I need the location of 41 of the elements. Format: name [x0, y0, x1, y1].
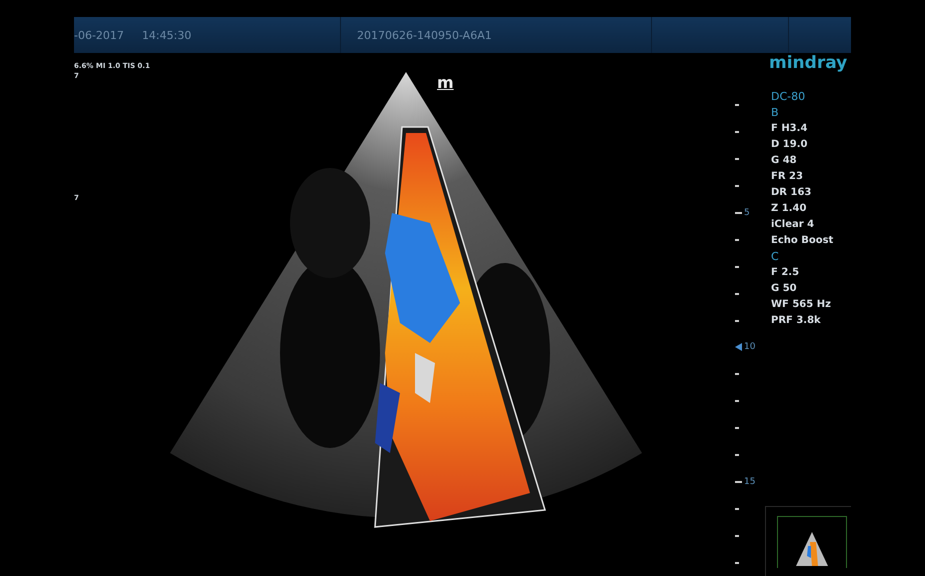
exam-date: -06-2017	[74, 28, 124, 42]
parameter-text: Z 1.40	[771, 202, 808, 216]
depth-tick-icon	[735, 400, 739, 402]
depth-tick-icon	[735, 266, 739, 268]
logo-text: mindray	[768, 53, 848, 73]
depth-tick-icon	[735, 104, 739, 106]
depth-tick-icon	[735, 292, 739, 295]
depth-label: 15	[744, 476, 756, 487]
orientation-marker: m	[437, 75, 454, 91]
depth-tick-icon	[735, 238, 739, 241]
parameter-text: F H3.4	[771, 122, 808, 136]
depth-tick-icon	[735, 158, 739, 160]
depth-tick-icon	[735, 131, 739, 134]
parameter-text: G 50	[771, 282, 798, 296]
thumbnail-image-drawing	[777, 516, 847, 568]
parameter-text: PRF 3.8k	[771, 314, 822, 328]
depth-tick-icon	[735, 480, 742, 483]
mode-heading: B	[771, 105, 780, 121]
parameter-text: WF 565 Hz	[771, 298, 832, 312]
parameter-text: F 2.5	[771, 266, 800, 280]
depth-label: 10	[744, 342, 756, 352]
parameter-text: G 48	[771, 154, 798, 168]
depth-tick-icon	[735, 185, 739, 188]
parameter-text: DR 163	[771, 186, 812, 200]
mode-heading: C	[771, 249, 780, 265]
depth-tick-icon	[735, 534, 739, 537]
parameter-text: D 19.0	[771, 138, 808, 152]
exam-time: 14:45:30	[142, 28, 192, 42]
parameter-text: iClear 4	[771, 218, 816, 232]
depth-tick-icon	[735, 508, 739, 510]
depth-tick-icon	[735, 427, 739, 430]
depth-tick-icon	[735, 562, 739, 564]
parameter-text: FR 23	[771, 170, 804, 184]
mode-heading: DC-80	[771, 89, 806, 105]
parameter-text: Echo Boost	[771, 234, 834, 248]
exam-id: 20170626-140950-A6A1	[357, 28, 492, 42]
depth-tick-icon	[735, 320, 739, 322]
depth-tick-icon	[735, 373, 739, 376]
depth-tick-icon	[735, 212, 742, 214]
depth-tick-icon	[735, 454, 739, 456]
depth-label: 5	[744, 208, 750, 218]
